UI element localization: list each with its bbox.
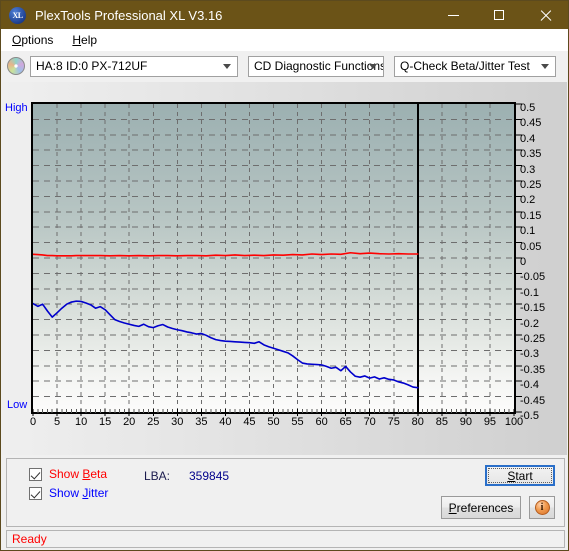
drive-select-value: HA:8 ID:0 PX-712UF bbox=[36, 59, 148, 73]
xl-disc-icon: XL bbox=[9, 6, 26, 24]
y-axis-tick-label: -0.2 bbox=[520, 317, 539, 330]
x-axis-tick-label: 0 bbox=[29, 416, 37, 428]
function-select-value: CD Diagnostic Functions bbox=[254, 59, 383, 73]
x-axis-tick-label: 5 bbox=[53, 416, 61, 428]
title-bar: XL PlexTools Professional XL V3.16 bbox=[1, 1, 568, 29]
status-bar: Ready bbox=[6, 530, 565, 548]
y-axis-tick-label: 0.05 bbox=[520, 240, 542, 253]
start-button-label: Start bbox=[507, 468, 533, 483]
y-axis-tick-label: -0.35 bbox=[520, 363, 546, 376]
x-axis-tick-label: 60 bbox=[315, 416, 328, 428]
show-jitter-row[interactable]: Show Jitter bbox=[29, 486, 108, 500]
menu-item-help[interactable]: Help bbox=[64, 31, 105, 49]
x-axis-tick-label: 95 bbox=[483, 416, 497, 428]
x-axis-tick-label: 65 bbox=[339, 416, 352, 428]
maximize-icon bbox=[494, 10, 504, 20]
status-text: Ready bbox=[12, 532, 47, 546]
x-axis-tick-label: 85 bbox=[435, 416, 448, 428]
show-beta-checkbox[interactable] bbox=[29, 467, 42, 481]
x-axis-tick-label: 45 bbox=[243, 416, 256, 428]
window-title: PlexTools Professional XL V3.16 bbox=[35, 7, 223, 23]
x-axis-tick-label: 100 bbox=[504, 416, 524, 428]
chevron-down-icon bbox=[223, 64, 231, 69]
y-axis-tick-label: -0.15 bbox=[520, 302, 546, 315]
y-axis-tick-label: 0.4 bbox=[520, 132, 536, 145]
menu-item-options[interactable]: Options bbox=[4, 31, 61, 49]
x-axis-labels: 0 5 10 15 20 25 30 35 40 45 50 55 60 65 70 75 80 85 90 95 10… bbox=[2, 416, 567, 436]
y-axis-tick-label: 0 bbox=[520, 256, 527, 268]
chart-panel: High Low 0.5 0.45 0.4 0.35 0.3 0.25 0.2 0.15 0.1… bbox=[2, 82, 567, 455]
y-axis-tick-label: 0.3 bbox=[520, 163, 536, 176]
chevron-down-icon bbox=[541, 64, 549, 69]
close-button[interactable] bbox=[522, 1, 568, 29]
show-beta-label: Show Beta bbox=[49, 467, 108, 481]
x-axis-tick-label: 35 bbox=[195, 416, 208, 428]
y-axis-tick-label: 0.45 bbox=[520, 117, 542, 130]
minimize-icon bbox=[447, 14, 459, 16]
y-axis-tick-label: -0.25 bbox=[520, 333, 546, 345]
y-axis-tick-label: 0.1 bbox=[520, 225, 536, 238]
chart-plot-area bbox=[31, 102, 516, 414]
x-axis-tick-label: 30 bbox=[171, 416, 184, 428]
start-button[interactable]: Start bbox=[485, 465, 555, 486]
menu-bar: Options Help bbox=[1, 29, 568, 51]
y-axis-tick-label: 0.2 bbox=[520, 194, 536, 207]
x-axis-tick-label: 75 bbox=[387, 416, 400, 428]
y-axis-tick-label: 0.5 bbox=[520, 102, 536, 114]
drive-select[interactable]: HA:8 ID:0 PX-712UF bbox=[30, 55, 238, 77]
y-axis-tick-label: 0.25 bbox=[520, 179, 542, 191]
show-beta-row[interactable]: Show Beta bbox=[29, 467, 107, 481]
minimize-button[interactable] bbox=[430, 1, 476, 29]
y-axis-tick-label: -0.1 bbox=[520, 286, 539, 299]
x-axis-tick-label: 10 bbox=[74, 416, 88, 428]
maximize-button[interactable] bbox=[476, 1, 522, 29]
chart-svg bbox=[33, 104, 514, 412]
x-axis-tick-label: 80 bbox=[411, 416, 424, 428]
optical-disc-icon bbox=[7, 57, 25, 75]
test-select-value: Q-Check Beta/Jitter Test bbox=[400, 59, 530, 73]
toolbar: HA:8 ID:0 PX-712UF CD Diagnostic Functio… bbox=[1, 51, 568, 81]
info-icon: i bbox=[534, 500, 550, 515]
window-caption-buttons bbox=[430, 1, 568, 29]
x-axis-tick-label: 90 bbox=[459, 416, 473, 428]
function-select[interactable]: CD Diagnostic Functions bbox=[248, 55, 384, 77]
show-jitter-label: Show Jitter bbox=[49, 486, 109, 500]
y-axis-tick-label: -0.05 bbox=[520, 271, 546, 284]
test-select[interactable]: Q-Check Beta/Jitter Test bbox=[394, 55, 556, 77]
close-icon bbox=[539, 9, 552, 22]
lba-value: 359845 bbox=[189, 469, 230, 483]
y-axis-tick-label: -0.3 bbox=[520, 348, 539, 361]
preferences-button[interactable]: Preferences bbox=[441, 496, 521, 519]
x-axis-tick-label: 15 bbox=[99, 416, 112, 428]
y-axis-tick-label: -0.4 bbox=[520, 379, 539, 392]
y-axis-tick-label: 0.35 bbox=[520, 148, 542, 161]
y-axis-tick-label: 0.15 bbox=[520, 209, 542, 222]
x-axis-tick-label: 55 bbox=[291, 416, 304, 428]
show-jitter-checkbox[interactable] bbox=[29, 486, 42, 500]
y-axis-labels: 0.5 0.45 0.4 0.35 0.3 0.25 0.2 0.15 0.1 0.05 0 -0.0… bbox=[520, 96, 566, 426]
lba-label: LBA: bbox=[144, 469, 171, 483]
chart-axis-label-high: High bbox=[5, 102, 28, 114]
x-axis-tick-label: 25 bbox=[147, 416, 160, 428]
chevron-down-icon bbox=[369, 64, 377, 69]
y-axis-tick-label: -0.45 bbox=[520, 394, 546, 407]
controls-panel: Show Beta Show Jitter LBA: 359845 Start … bbox=[6, 458, 565, 527]
x-axis-tick-label: 40 bbox=[219, 416, 232, 428]
x-axis-tick-label: 50 bbox=[267, 416, 280, 428]
info-button[interactable]: i bbox=[529, 496, 555, 519]
preferences-button-label: Preferences bbox=[448, 500, 514, 515]
application-window: XL PlexTools Professional XL V3.16 Optio… bbox=[0, 0, 569, 551]
x-axis-tick-label: 70 bbox=[363, 416, 376, 428]
x-axis-tick-label: 20 bbox=[123, 416, 136, 428]
